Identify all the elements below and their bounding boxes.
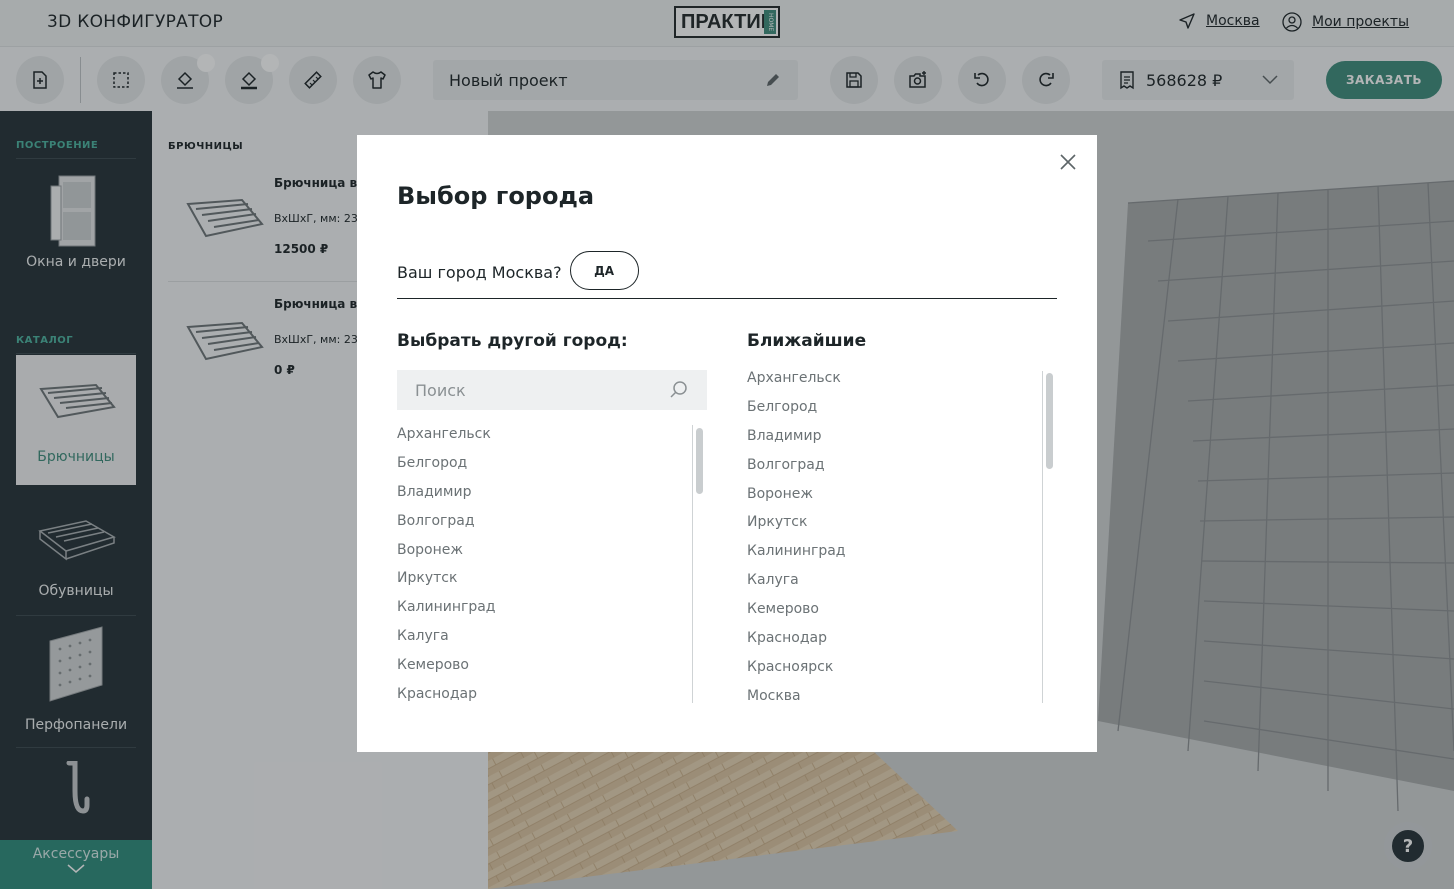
- nearest-city-option[interactable]: Красноярск: [747, 657, 1057, 686]
- search-icon[interactable]: [669, 380, 689, 400]
- city-search-input[interactable]: Поиск: [397, 370, 707, 410]
- city-option[interactable]: Кемерово: [397, 655, 707, 684]
- nearest-cities-list: Архангельск Белгород Владимир Волгоград …: [747, 368, 1057, 704]
- city-option[interactable]: Владимир: [397, 482, 707, 511]
- choose-city-title: Выбрать другой город:: [397, 331, 628, 351]
- search-placeholder: Поиск: [415, 380, 466, 400]
- close-icon[interactable]: [1059, 153, 1077, 171]
- cities-scrollbar[interactable]: [696, 428, 703, 494]
- nearest-city-option[interactable]: Калининград: [747, 541, 1057, 570]
- city-option[interactable]: Краснодар: [397, 684, 707, 704]
- city-option[interactable]: Иркутск: [397, 568, 707, 597]
- city-option[interactable]: Белгород: [397, 453, 707, 482]
- city-confirm-row: Ваш город Москва? ДА: [397, 251, 1057, 299]
- city-option[interactable]: Воронеж: [397, 540, 707, 569]
- nearest-scroll-track: [1042, 371, 1043, 703]
- confirm-city-button[interactable]: ДА: [569, 251, 639, 290]
- cities-scroll-track: [692, 425, 693, 703]
- nearest-city-option[interactable]: Воронеж: [747, 484, 1057, 513]
- modal-title: Выбор города: [397, 182, 595, 210]
- nearest-city-option[interactable]: Архангельск: [747, 368, 1057, 397]
- city-option[interactable]: Калуга: [397, 626, 707, 655]
- nearest-scrollbar[interactable]: [1046, 373, 1053, 469]
- nearest-city-option[interactable]: Калуга: [747, 570, 1057, 599]
- nearest-city-option[interactable]: Иркутск: [747, 512, 1057, 541]
- all-cities-list: Архангельск Белгород Владимир Волгоград …: [397, 424, 707, 704]
- city-question: Ваш город Москва?: [397, 263, 562, 282]
- nearest-city-option[interactable]: Краснодар: [747, 628, 1057, 657]
- nearest-city-option[interactable]: Владимир: [747, 426, 1057, 455]
- city-select-modal: Выбор города Ваш город Москва? ДА Выбрат…: [357, 135, 1097, 752]
- city-option[interactable]: Архангельск: [397, 424, 707, 453]
- city-option[interactable]: Калининград: [397, 597, 707, 626]
- nearest-cities-title: Ближайшие: [747, 331, 867, 351]
- nearest-city-option[interactable]: Волгоград: [747, 455, 1057, 484]
- nearest-city-option[interactable]: Кемерово: [747, 599, 1057, 628]
- city-option[interactable]: Волгоград: [397, 511, 707, 540]
- nearest-city-option[interactable]: Москва: [747, 686, 1057, 704]
- nearest-city-option[interactable]: Белгород: [747, 397, 1057, 426]
